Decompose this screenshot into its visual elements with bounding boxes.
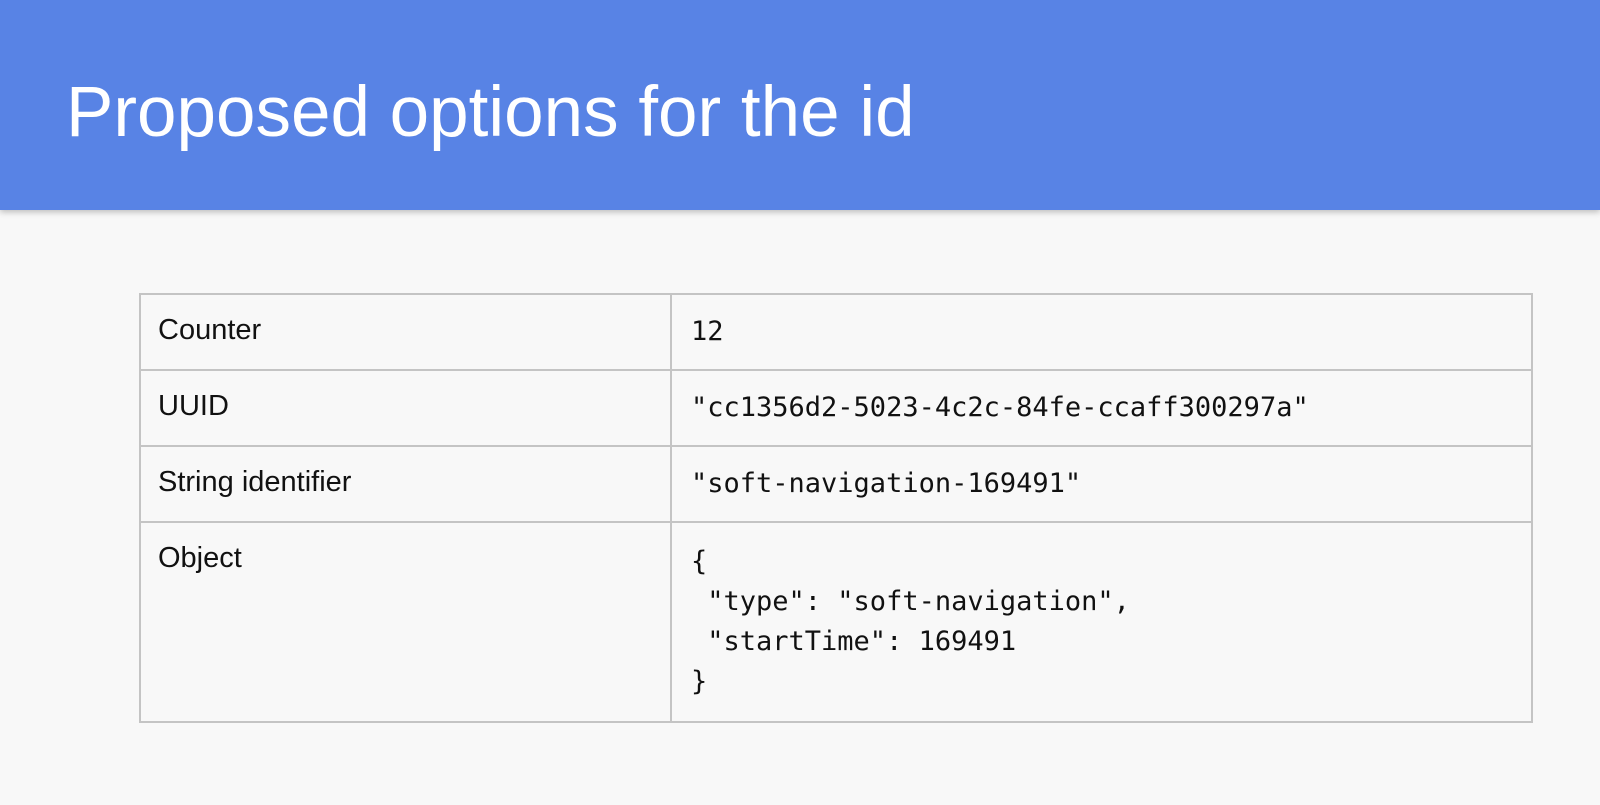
option-value-string-identifier: "soft-navigation-169491" xyxy=(691,468,1082,499)
table-cell-label: Counter xyxy=(139,293,672,371)
table-cell-label: UUID xyxy=(139,369,672,447)
slide: Proposed options for the id Counter 12 U… xyxy=(0,0,1600,805)
code-line: { xyxy=(691,546,708,577)
options-table: Counter 12 UUID "cc1356d2-5023-4c2c-84fe… xyxy=(139,293,1533,723)
table-cell-value: { "type": "soft-navigation", "startTime"… xyxy=(670,521,1533,723)
option-value-uuid: "cc1356d2-5023-4c2c-84fe-ccaff300297a" xyxy=(691,392,1309,423)
table-row-uuid: UUID "cc1356d2-5023-4c2c-84fe-ccaff30029… xyxy=(139,369,1533,447)
table-row-object: Object { "type": "soft-navigation", "sta… xyxy=(139,521,1533,723)
title-bar: Proposed options for the id xyxy=(0,0,1600,210)
table-cell-label: Object xyxy=(139,521,672,723)
code-line: } xyxy=(691,666,708,697)
table-cell-value: 12 xyxy=(670,293,1533,371)
code-line: "type": "soft-navigation", xyxy=(691,586,1130,617)
option-value-counter: 12 xyxy=(691,316,724,347)
table-cell-label: String identifier xyxy=(139,445,672,523)
table-cell-value: "soft-navigation-169491" xyxy=(670,445,1533,523)
option-label-counter: Counter xyxy=(158,314,262,346)
slide-title: Proposed options for the id xyxy=(66,73,915,152)
table-row-string-identifier: String identifier "soft-navigation-16949… xyxy=(139,445,1533,523)
table-row-counter: Counter 12 xyxy=(139,293,1533,371)
option-label-object: Object xyxy=(158,542,242,574)
option-value-object: { "type": "soft-navigation", "startTime"… xyxy=(672,523,1531,702)
code-line: "startTime": 169491 xyxy=(691,626,1017,657)
option-label-uuid: UUID xyxy=(158,390,229,422)
option-label-string-identifier: String identifier xyxy=(158,466,352,498)
table-cell-value: "cc1356d2-5023-4c2c-84fe-ccaff300297a" xyxy=(670,369,1533,447)
